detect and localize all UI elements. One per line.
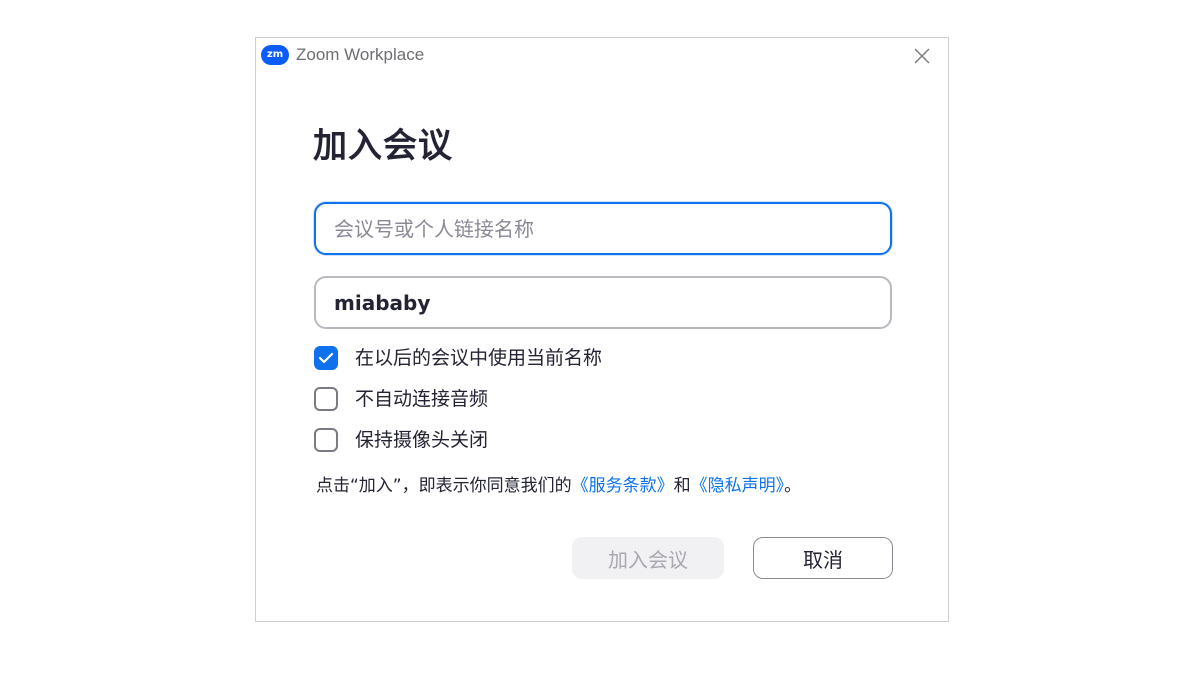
close-icon: [914, 48, 930, 64]
join-button[interactable]: 加入会议: [572, 537, 724, 579]
no-audio-checkbox[interactable]: [314, 387, 338, 411]
terms-notice: 点击“加入”，即表示你同意我们的《服务条款》和《隐私声明》。: [316, 475, 896, 497]
camera-off-label: 保持摄像头关闭: [355, 429, 489, 451]
camera-off-checkbox[interactable]: [314, 428, 338, 452]
no-audio-label: 不自动连接音频: [355, 388, 489, 410]
option-no-audio[interactable]: 不自动连接音频: [314, 387, 488, 411]
close-button[interactable]: [910, 44, 934, 68]
zoom-logo-icon: zm: [261, 45, 289, 65]
terms-middle: 和: [673, 476, 691, 496]
terms-prefix: 点击“加入”，即表示你同意我们的: [316, 476, 572, 496]
terms-suffix: 。: [784, 476, 802, 496]
remember-name-checkbox[interactable]: [314, 346, 338, 370]
terms-of-service-link[interactable]: 《服务条款》: [572, 476, 674, 496]
option-remember-name[interactable]: 在以后的会议中使用当前名称: [314, 346, 602, 370]
remember-name-label: 在以后的会议中使用当前名称: [355, 347, 603, 369]
title-bar: zm Zoom Workplace: [256, 38, 948, 72]
option-camera-off[interactable]: 保持摄像头关闭: [314, 428, 488, 452]
join-meeting-dialog: zm Zoom Workplace 加入会议 在以后的会议中使用当前名称 不自动…: [255, 37, 949, 622]
meeting-id-input[interactable]: [314, 202, 892, 255]
page-title: 加入会议: [313, 126, 453, 166]
display-name-input[interactable]: [314, 276, 892, 329]
cancel-button[interactable]: 取消: [753, 537, 893, 579]
privacy-statement-link[interactable]: 《隐私声明》: [691, 476, 785, 496]
window-title: Zoom Workplace: [296, 45, 425, 64]
checkmark-icon: [318, 352, 334, 364]
